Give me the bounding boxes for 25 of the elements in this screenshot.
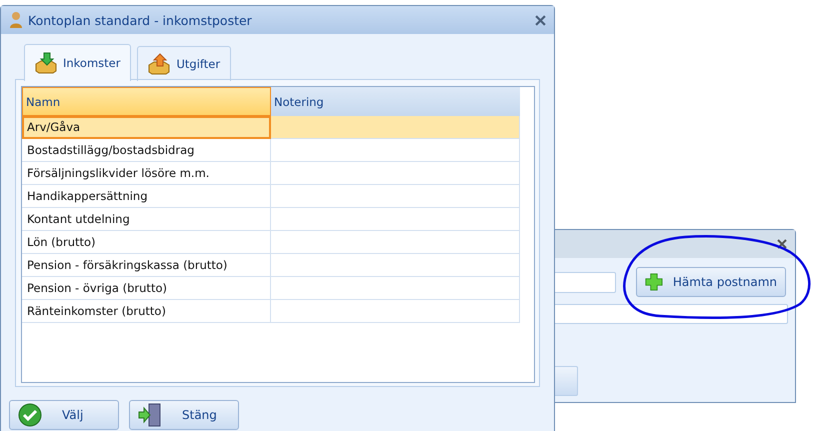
- table-cell: Försäljningslikvider lösöre m.m.: [22, 162, 271, 185]
- table-cell: Lön (brutto): [22, 231, 271, 254]
- table-cell: Pension - övriga (brutto): [22, 277, 271, 300]
- table-cell: Handikappersättning: [22, 185, 271, 208]
- window-title: Kontoplan standard - inkomstposter: [28, 12, 253, 28]
- table-row[interactable]: Försäljningslikvider lösöre m.m.: [22, 162, 520, 185]
- close-button[interactable]: Stäng: [129, 400, 239, 430]
- tab[interactable]: Inkomster: [24, 44, 132, 81]
- select-button[interactable]: Välj: [9, 400, 119, 430]
- table-cell: Arv/Gåva: [22, 116, 271, 139]
- table-row[interactable]: Kontant utdelning: [22, 208, 520, 231]
- table-cell: Ränteinkomster (brutto): [22, 300, 271, 323]
- table-row[interactable]: Ränteinkomster (brutto): [22, 300, 520, 323]
- table-row[interactable]: Pension - övriga (brutto): [22, 277, 520, 300]
- column-header[interactable]: Notering: [271, 87, 520, 116]
- table-row[interactable]: Lön (brutto): [22, 231, 520, 254]
- column-header[interactable]: Namn: [22, 87, 271, 116]
- table-cell: Pension - försäkringskassa (brutto): [22, 254, 271, 277]
- fetch-postal-name-button[interactable]: Hämta postnamn: [636, 267, 786, 297]
- table-row[interactable]: Pension - försäkringskassa (brutto): [22, 254, 520, 277]
- table-row[interactable]: Bostadstillägg/bostadsbidrag: [22, 139, 520, 162]
- table-row[interactable]: Arv/Gåva: [22, 116, 520, 139]
- table-cell: Kontant utdelning: [22, 208, 271, 231]
- table-row[interactable]: Handikappersättning: [22, 185, 520, 208]
- table-cell: Bostadstillägg/bostadsbidrag: [22, 139, 271, 162]
